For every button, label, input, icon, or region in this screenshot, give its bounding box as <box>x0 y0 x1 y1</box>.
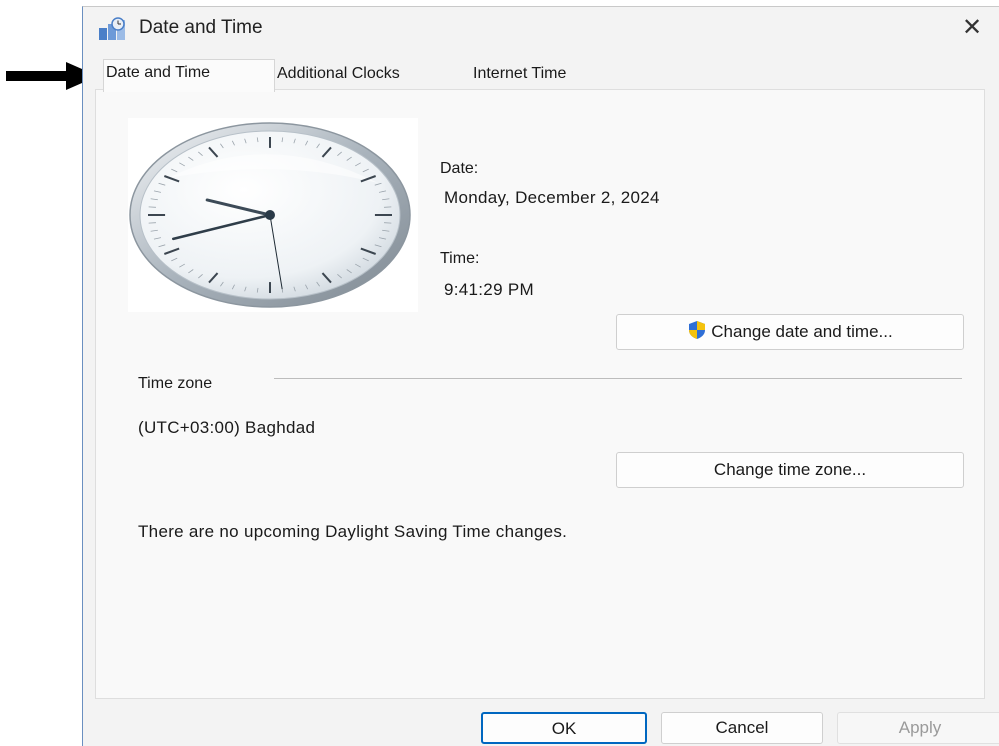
cancel-button[interactable]: Cancel <box>661 712 823 744</box>
window-title: Date and Time <box>139 17 263 38</box>
tab-strip: Date and Time Additional Clocks Internet… <box>95 59 985 92</box>
date-value: Monday, December 2, 2024 <box>444 188 660 207</box>
close-button[interactable]: ✕ <box>957 13 987 43</box>
date-time-dialog: Date and Time ✕ Date and Time Additional… <box>82 6 999 746</box>
analog-clock <box>128 118 418 312</box>
date-label: Date: <box>440 160 479 177</box>
uac-shield-icon <box>689 321 706 339</box>
ok-button[interactable]: OK <box>481 712 647 744</box>
tab-internet-time[interactable]: Internet Time <box>471 61 625 89</box>
time-zone-heading: Time zone <box>138 375 213 392</box>
time-zone-divider <box>274 378 962 379</box>
tab-additional-clocks[interactable]: Additional Clocks <box>275 61 469 89</box>
apply-button[interactable]: Apply <box>837 712 999 744</box>
tab-panel-date-and-time: Date: Monday, December 2, 2024 Time: 9:4… <box>95 89 985 699</box>
change-date-time-label: Change date and time... <box>711 322 893 341</box>
close-icon: ✕ <box>961 14 983 41</box>
title-bar: Date and Time ✕ <box>83 7 999 53</box>
change-date-time-button[interactable]: Change date and time... <box>616 314 964 350</box>
time-label: Time: <box>440 250 480 267</box>
time-zone-value: (UTC+03:00) Baghdad <box>138 418 316 437</box>
clock-face-icon <box>129 122 411 308</box>
dst-message: There are no upcoming Daylight Saving Ti… <box>138 522 568 541</box>
time-value: 9:41:29 PM <box>444 280 534 299</box>
date-time-app-icon <box>99 17 125 40</box>
change-time-zone-button[interactable]: Change time zone... <box>616 452 964 488</box>
tab-date-and-time[interactable]: Date and Time <box>103 59 275 92</box>
